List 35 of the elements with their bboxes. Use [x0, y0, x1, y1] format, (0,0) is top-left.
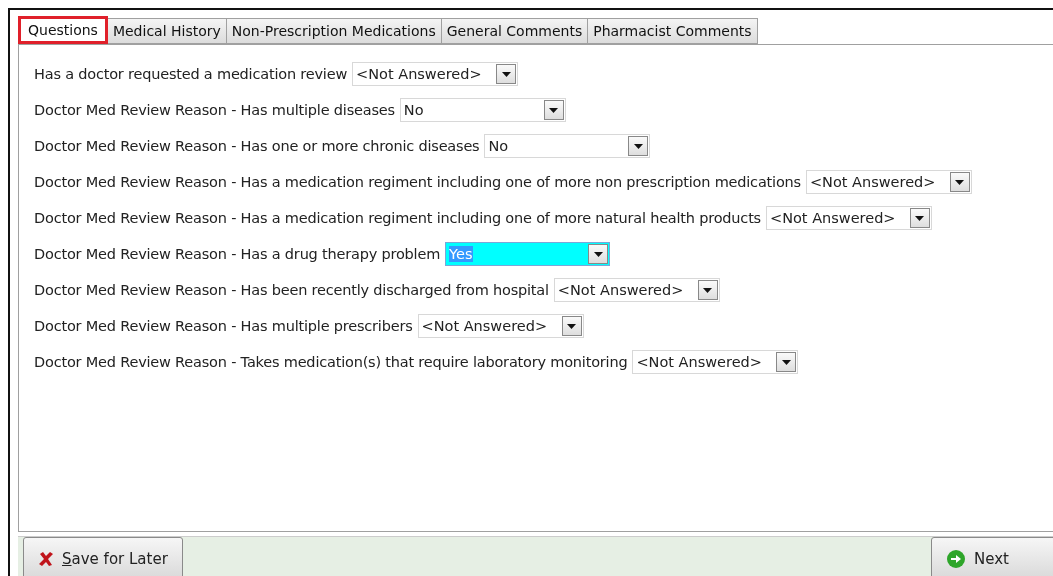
dropdown-arrow-icon: [955, 179, 965, 185]
tab[interactable]: Non-Prescription Medications: [226, 18, 442, 44]
tab[interactable]: Pharmacist Comments: [588, 18, 758, 44]
cross-icon: [38, 550, 54, 567]
answer-dropdown[interactable]: No: [484, 134, 651, 158]
answer-dropdown[interactable]: <Not Answered>: [766, 206, 932, 230]
answer-dropdown[interactable]: <Not Answered>: [805, 170, 972, 194]
question-label: Doctor Med Review Reason - Has a drug therapy problem: [34, 246, 441, 262]
dropdown-arrow-icon: [915, 215, 925, 221]
dropdown-arrow-icon: [593, 251, 603, 257]
dropdown-arrow-icon: [567, 323, 577, 329]
question-label: Doctor Med Review Reason - Has been recently discharged from hospital: [34, 282, 549, 298]
question-label: Doctor Med Review Reason - Has a medication regiment including one of more natural health products: [34, 210, 761, 226]
tab[interactable]: General Comments: [441, 18, 589, 44]
question-label: Has a doctor requested a medication review: [34, 66, 348, 82]
answer-dropdown[interactable]: <Not Answered>: [352, 62, 519, 86]
tab[interactable]: Questions: [18, 16, 108, 44]
answer-dropdown[interactable]: No: [399, 98, 566, 122]
dropdown-arrow-icon: [703, 287, 713, 293]
tab[interactable]: Medical History: [107, 18, 227, 44]
dropdown-arrow-icon: [549, 107, 559, 113]
question-label: Doctor Med Review Reason - Takes medication(s) that require laboratory monitoring: [34, 354, 628, 370]
question-label: Doctor Med Review Reason - Has multiple prescribers: [34, 318, 413, 334]
question-label: Doctor Med Review Reason - Has one or more chronic diseases: [34, 138, 480, 154]
answer-dropdown[interactable]: <Not Answered>: [553, 278, 720, 302]
arrow-right-icon: [946, 548, 966, 569]
dropdown-arrow-icon: [501, 71, 511, 77]
answer-dropdown[interactable]: <Not Answered>: [632, 350, 799, 374]
answer-dropdown[interactable]: <Not Answered>: [417, 314, 584, 338]
question-label: Doctor Med Review Reason - Has a medication regiment including one of more non prescription medications: [34, 174, 801, 190]
next-button[interactable]: Next: [931, 537, 1053, 576]
save-for-later-button[interactable]: Save for Later: [23, 537, 183, 576]
dropdown-arrow-icon: [634, 143, 643, 149]
dropdown-arrow-icon: [781, 359, 791, 365]
question-label: Doctor Med Review Reason - Has multiple diseases: [34, 102, 395, 118]
